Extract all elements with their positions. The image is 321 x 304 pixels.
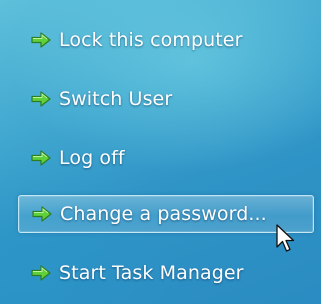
option-label: Change a password... [60, 203, 267, 225]
security-options-screen: Lock this computer Switch User Log off C… [0, 0, 321, 304]
change-a-password-option[interactable]: Change a password... [18, 195, 314, 233]
green-arrow-icon [30, 31, 52, 49]
option-label: Log off [59, 147, 125, 169]
option-label: Lock this computer [59, 29, 243, 51]
mouse-pointer-icon [276, 224, 295, 252]
green-arrow-icon [30, 149, 52, 167]
switch-user-option[interactable]: Switch User [20, 80, 172, 118]
green-arrow-icon [31, 205, 53, 223]
lock-this-computer-option[interactable]: Lock this computer [20, 21, 243, 59]
start-task-manager-option[interactable]: Start Task Manager [20, 254, 244, 292]
option-label: Switch User [59, 88, 173, 110]
green-arrow-icon [30, 264, 52, 282]
option-label: Start Task Manager [59, 262, 244, 284]
green-arrow-icon [30, 90, 52, 108]
log-off-option[interactable]: Log off [20, 139, 125, 177]
